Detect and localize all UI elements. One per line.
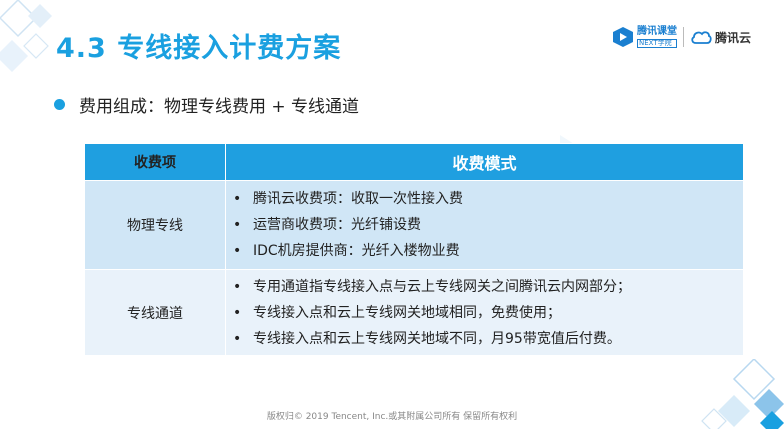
cost-composition-bullet: 费用组成：物理专线费用 + 专线通道 — [54, 92, 359, 117]
table-cell-item: 物理专线 — [84, 180, 226, 270]
mode-list: 专用通道指专线接入点与云上专线网关之间腾讯云内网部分； 专线接入点和云上专线网关… — [227, 274, 742, 352]
mode-list-item: 专线接入点和云上专线网关地域相同，免费使用； — [233, 300, 742, 326]
table-row: 物理专线 腾讯云收费项：收取一次性接入费 运营商收费项：光纤铺设费 IDC机房提… — [84, 180, 744, 270]
tencent-cloud-logo: 腾讯云 — [690, 29, 751, 46]
table-cell-item: 专线通道 — [84, 269, 226, 356]
logo-area: 腾讯课堂 NEXT学院 腾讯云 — [612, 24, 751, 50]
table-header-item: 收费项 — [84, 143, 226, 181]
mode-list-item: 运营商收费项：光纤铺设费 — [233, 212, 742, 238]
copyright-footer: 版权归© 2019 Tencent, Inc.或其附属公司所有 保留所有权利 — [266, 412, 518, 422]
mode-list: 腾讯云收费项：收取一次性接入费 运营商收费项：光纤铺设费 IDC机房提供商：光纤… — [227, 186, 742, 264]
ketang-logo-text: 腾讯课堂 — [637, 25, 677, 37]
ketang-logo-subtext: NEXT学院 — [637, 38, 677, 48]
tencent-cloud-logo-text: 腾讯云 — [715, 30, 752, 45]
tencent-ketang-logo: 腾讯课堂 NEXT学院 — [612, 26, 677, 48]
bullet-text: 费用组成：物理专线费用 + 专线通道 — [79, 97, 360, 117]
mode-list-item: 专线接入点和云上专线网关地域不同，月95带宽值后付费。 — [233, 326, 742, 352]
logo-divider — [683, 27, 684, 47]
fee-table: 收费项 收费模式 物理专线 腾讯云收费项：收取一次性接入费 运营商收费项：光纤铺… — [84, 143, 744, 356]
table-header-mode: 收费模式 — [225, 143, 744, 181]
bullet-dot-icon — [54, 99, 65, 110]
table-row: 专线通道 专用通道指专线接入点与云上专线网关之间腾讯云内网部分； 专线接入点和云… — [84, 269, 744, 356]
ketang-play-icon — [613, 27, 633, 47]
slide: 4.3 专线接入计费方案 腾讯课堂 NEXT学院 腾讯云 费用组成：物理专线费用… — [0, 0, 784, 429]
table-cell-modes: 腾讯云收费项：收取一次性接入费 运营商收费项：光纤铺设费 IDC机房提供商：光纤… — [225, 180, 744, 270]
mode-list-item: 腾讯云收费项：收取一次性接入费 — [233, 186, 742, 212]
cloud-icon — [691, 31, 712, 44]
mode-list-item: 专用通道指专线接入点与云上专线网关之间腾讯云内网部分； — [233, 274, 742, 300]
table-header-row: 收费项 收费模式 — [84, 143, 744, 181]
page-title: 4.3 专线接入计费方案 — [56, 33, 342, 64]
mode-list-item: IDC机房提供商：光纤入楼物业费 — [233, 238, 742, 264]
table-cell-modes: 专用通道指专线接入点与云上专线网关之间腾讯云内网部分； 专线接入点和云上专线网关… — [225, 269, 744, 356]
